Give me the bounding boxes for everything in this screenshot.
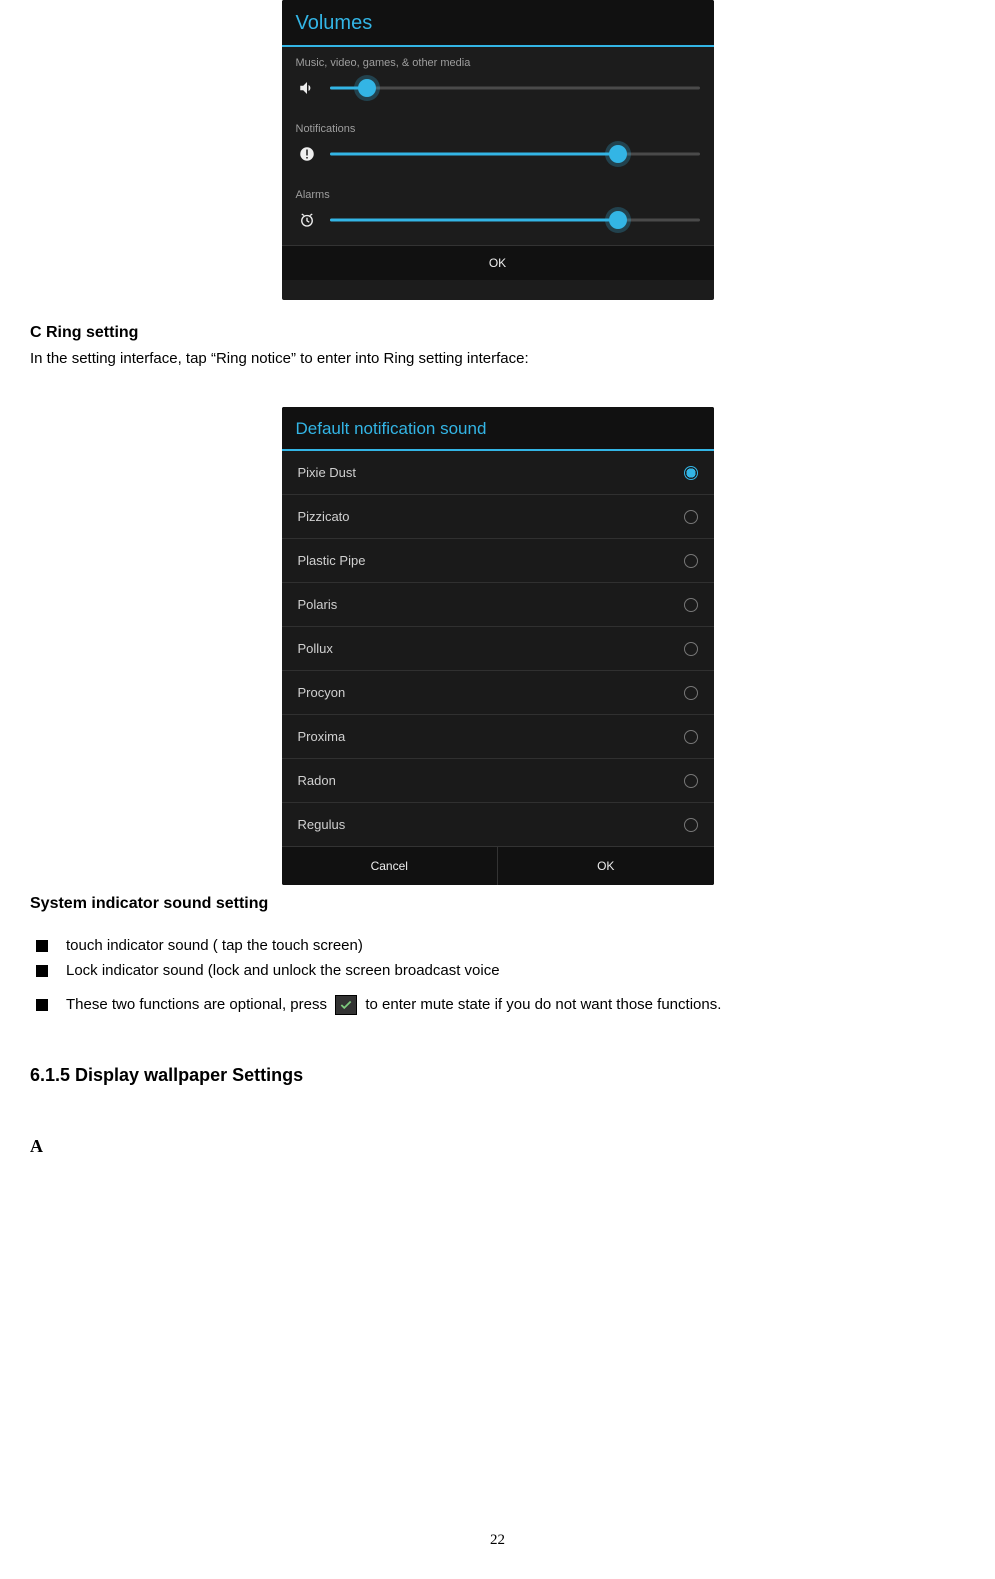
bullet-list: touch indicator sound ( tap the touch sc… (30, 937, 965, 1015)
notification-sound-screenshot: Default notification sound Pixie Dust Pi… (282, 407, 714, 885)
bullet-text: touch indicator sound ( tap the touch sc… (66, 937, 363, 954)
sound-name: Regulus (298, 817, 346, 832)
sound-name: Pixie Dust (298, 465, 357, 480)
sound-option[interactable]: Regulus (282, 803, 714, 846)
sound-option[interactable]: Polaris (282, 583, 714, 627)
sound-option[interactable]: Radon (282, 759, 714, 803)
radio-icon (684, 510, 698, 524)
radio-icon (684, 598, 698, 612)
square-bullet-icon (36, 965, 48, 977)
checkbox-icon (335, 995, 357, 1015)
sound-name: Radon (298, 773, 336, 788)
radio-icon (684, 686, 698, 700)
sound-name: Proxima (298, 729, 346, 744)
volumes-screenshot: Volumes Music, video, games, & other med… (282, 0, 714, 300)
notification-volume-slider[interactable] (330, 145, 700, 163)
volume-section-alarms: Alarms (282, 179, 714, 245)
page-number: 22 (0, 1532, 995, 1549)
notif-sound-title: Default notification sound (282, 407, 714, 451)
volume-section-notifications: Notifications (282, 113, 714, 179)
ring-setting-heading: C Ring setting (30, 324, 965, 342)
bullet-item: touch indicator sound ( tap the touch sc… (30, 937, 965, 954)
system-indicator-heading: System indicator sound setting (30, 895, 965, 913)
bullet-text: Lock indicator sound (lock and unlock th… (66, 962, 500, 979)
sound-option[interactable]: Procyon (282, 671, 714, 715)
sound-option[interactable]: Proxima (282, 715, 714, 759)
media-volume-slider[interactable] (330, 79, 700, 97)
bullet-item: Lock indicator sound (lock and unlock th… (30, 962, 965, 979)
exclamation-icon (296, 143, 318, 165)
radio-icon (684, 642, 698, 656)
ok-button[interactable]: OK (498, 847, 714, 885)
sound-name: Procyon (298, 685, 346, 700)
cancel-button[interactable]: Cancel (282, 847, 499, 885)
square-bullet-icon (36, 940, 48, 952)
radio-icon (684, 730, 698, 744)
sound-name: Pizzicato (298, 509, 350, 524)
volume-label: Notifications (282, 113, 714, 135)
bullet-text: These two functions are optional, press … (66, 995, 721, 1015)
sound-option[interactable]: Plastic Pipe (282, 539, 714, 583)
square-bullet-icon (36, 999, 48, 1011)
alarm-volume-slider[interactable] (330, 211, 700, 229)
bullet-item: These two functions are optional, press … (30, 995, 965, 1015)
volume-label: Alarms (282, 179, 714, 201)
radio-icon (684, 774, 698, 788)
volumes-title: Volumes (282, 0, 714, 47)
sound-option[interactable]: Pizzicato (282, 495, 714, 539)
alarm-icon (296, 209, 318, 231)
sound-name: Polaris (298, 597, 338, 612)
ok-button[interactable]: OK (282, 245, 714, 280)
ring-setting-intro: In the setting interface, tap “Ring noti… (30, 350, 965, 367)
sound-option[interactable]: Pixie Dust (282, 451, 714, 495)
radio-icon (684, 554, 698, 568)
volume-section-media: Music, video, games, & other media (282, 47, 714, 113)
sound-name: Plastic Pipe (298, 553, 366, 568)
volume-label: Music, video, games, & other media (282, 47, 714, 69)
subsection-a: A (30, 1136, 965, 1157)
sound-name: Pollux (298, 641, 333, 656)
sound-option[interactable]: Pollux (282, 627, 714, 671)
radio-icon (684, 818, 698, 832)
display-settings-heading: 6.1.5 Display wallpaper Settings (30, 1065, 965, 1086)
radio-selected-icon (684, 466, 698, 480)
speaker-icon (296, 77, 318, 99)
